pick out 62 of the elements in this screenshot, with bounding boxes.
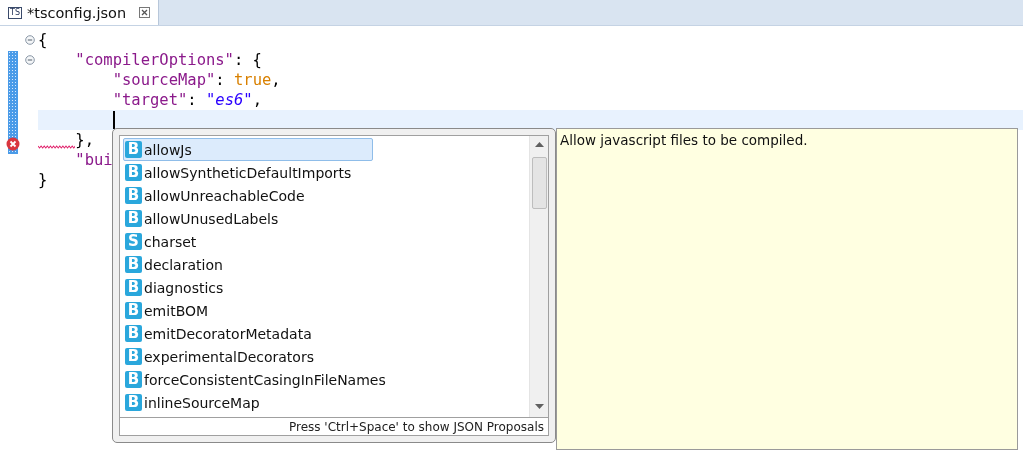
- property-type-icon: B: [125, 256, 142, 273]
- code-token: "target": [112, 90, 188, 110]
- proposal-label: emitDecoratorMetadata: [144, 325, 312, 342]
- proposal-item[interactable]: B allowSyntheticDefaultImports: [123, 161, 373, 184]
- code-token: :: [187, 90, 198, 110]
- code-token: "sourceMap": [112, 70, 216, 90]
- proposal-label: allowUnusedLabels: [144, 210, 279, 227]
- close-icon[interactable]: [139, 7, 151, 18]
- proposal-item[interactable]: B forceConsistentCasingInFileNames: [123, 368, 387, 391]
- property-type-icon: B: [125, 394, 142, 411]
- proposal-item[interactable]: B diagnostics: [123, 276, 373, 299]
- scrollbar[interactable]: [529, 136, 548, 417]
- code-token: "bui: [75, 150, 113, 170]
- proposal-item[interactable]: B experimentalDecorators: [123, 345, 373, 368]
- property-type-icon: B: [125, 371, 142, 388]
- code-token: {: [38, 30, 48, 50]
- proposal-label: charset: [144, 233, 197, 250]
- proposal-label: diagnostics: [144, 279, 224, 296]
- code-token: "es6": [205, 90, 253, 110]
- proposal-item[interactable]: B allowUnusedLabels: [123, 207, 373, 230]
- property-type-icon: S: [125, 233, 142, 250]
- scrollbar-thumb[interactable]: [531, 157, 547, 209]
- proposal-label: declaration: [144, 256, 223, 273]
- property-type-icon: B: [125, 187, 142, 204]
- code-token: true: [233, 70, 272, 90]
- code-token: : {: [233, 50, 262, 70]
- property-type-icon: B: [125, 348, 142, 365]
- property-type-icon: B: [125, 279, 142, 296]
- proposal-label: forceConsistentCasingInFileNames: [144, 371, 386, 388]
- proposal-item[interactable]: B emitDecoratorMetadata: [123, 322, 373, 345]
- proposal-item[interactable]: B allowUnreachableCode: [123, 184, 373, 207]
- proposal-item[interactable]: B declaration: [123, 253, 373, 276]
- proposal-item[interactable]: B emitBOM: [123, 299, 373, 322]
- typescript-file-icon: TS: [8, 6, 22, 19]
- proposal-label: emitBOM: [144, 302, 209, 319]
- code-token: :: [215, 70, 226, 90]
- property-type-icon: B: [125, 164, 142, 181]
- proposal-item[interactable]: B allowJs: [123, 138, 373, 161]
- fold-icon[interactable]: [25, 35, 35, 45]
- editor-tab[interactable]: TS *tsconfig.json: [0, 0, 160, 25]
- fold-icon[interactable]: [25, 55, 35, 65]
- documentation-text: Allow javascript files to be compiled.: [560, 132, 809, 148]
- property-type-icon: B: [125, 141, 142, 158]
- proposal-item[interactable]: B inlineSourceMap: [123, 391, 373, 414]
- proposal-label: inlineSourceMap: [144, 394, 260, 411]
- scroll-down-icon[interactable]: [534, 404, 544, 409]
- code-token: ,: [252, 90, 262, 110]
- proposal-item[interactable]: S charset: [123, 230, 373, 253]
- code-token: ,: [271, 70, 281, 90]
- proposal-label: allowSyntheticDefaultImports: [144, 164, 352, 181]
- property-type-icon: B: [125, 325, 142, 342]
- property-type-icon: B: [125, 302, 142, 319]
- code-token: },: [75, 130, 94, 150]
- property-type-icon: B: [125, 210, 142, 227]
- code-token: "compilerOptions": [75, 50, 234, 70]
- scroll-up-icon[interactable]: [534, 142, 544, 147]
- proposal-label: experimentalDecorators: [144, 348, 314, 365]
- proposals-hint: Press 'Ctrl+Space' to show JSON Proposals: [120, 417, 548, 435]
- proposal-label: allowUnreachableCode: [144, 187, 305, 204]
- tab-title: *tsconfig.json: [26, 4, 127, 21]
- code-token: }: [38, 170, 48, 190]
- proposal-label: allowJs: [144, 141, 192, 158]
